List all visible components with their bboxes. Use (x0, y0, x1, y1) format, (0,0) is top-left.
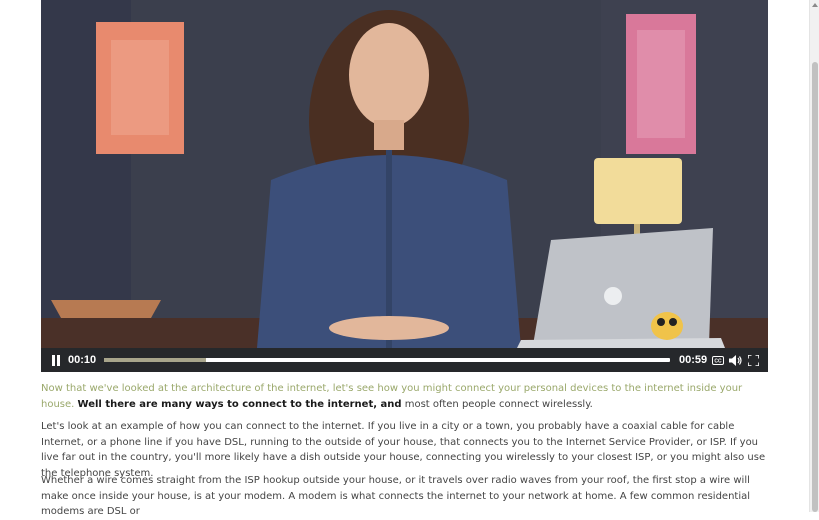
article-paragraph-1: Now that we've looked at the architectur… (41, 381, 771, 412)
laptop (533, 228, 713, 345)
video-player[interactable]: 00:10 00:59 CC (41, 0, 768, 372)
fullscreen-icon (747, 354, 759, 366)
article-paragraph-3: Whether a wire comes straight from the I… (41, 475, 751, 517)
laptop-sticker (651, 312, 683, 340)
paragraph-1-rest: most often people connect wirelessly. (404, 398, 593, 410)
bold-sentence: Well there are many ways to connect to t… (77, 398, 402, 410)
volume-icon (728, 354, 742, 366)
person-face (349, 23, 429, 127)
pause-button[interactable] (46, 350, 66, 370)
player-controls: 00:10 00:59 CC (41, 348, 768, 372)
lamp-shade (594, 158, 682, 224)
captions-icon: CC (712, 355, 724, 365)
article-paragraph-2: Let's look at an example of how you can … (41, 421, 766, 479)
current-time: 00:10 (68, 354, 97, 366)
scroll-up-icon[interactable] (812, 3, 818, 7)
video-frame[interactable] (41, 0, 768, 348)
duration-time: 00:59 (679, 354, 708, 366)
fullscreen-button[interactable] (743, 350, 763, 370)
page-scrollbar[interactable] (809, 0, 819, 512)
progress-bar[interactable] (104, 358, 670, 362)
captions-label: CC (714, 358, 722, 364)
progress-played (104, 358, 206, 362)
scroll-thumb[interactable] (812, 62, 818, 512)
pause-icon (52, 354, 60, 366)
volume-button[interactable] (725, 350, 745, 370)
